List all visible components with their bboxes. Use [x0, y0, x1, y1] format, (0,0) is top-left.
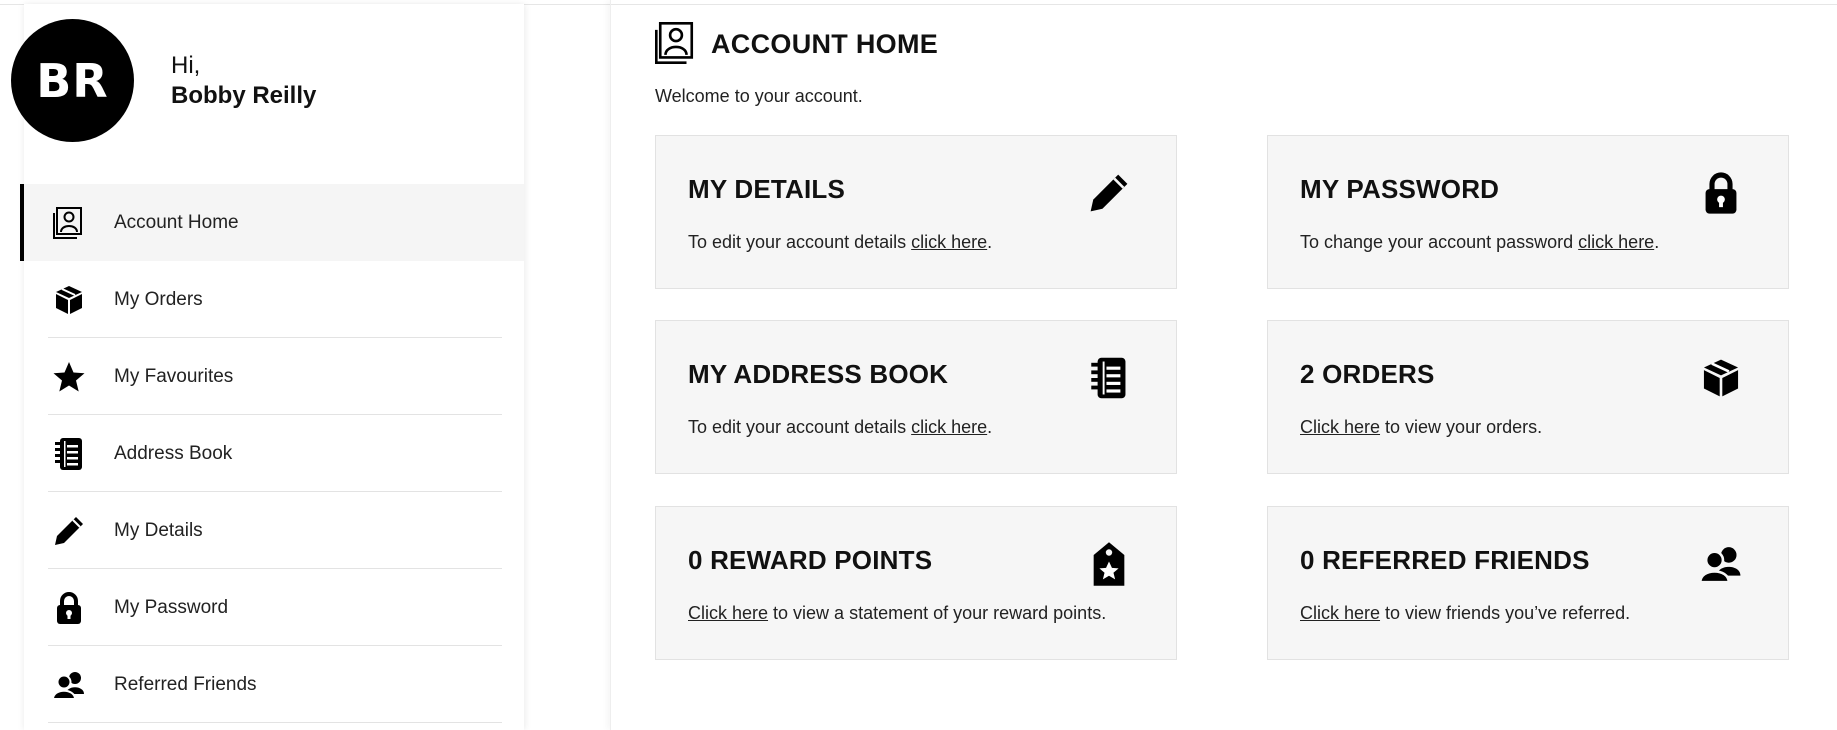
sidebar-item-label: My Favourites — [114, 365, 234, 387]
card-text: . — [987, 417, 993, 437]
card-description: Click here to view your orders. — [1300, 417, 1542, 438]
card-referred-friends: 0 REFERRED FRIENDS Click here to view fr… — [1267, 506, 1789, 660]
card-description: To edit your account details click here. — [688, 232, 992, 253]
sidebar-item-my-password[interactable]: My Password — [20, 569, 524, 646]
star-icon — [52, 360, 86, 394]
sidebar-item-my-favourites[interactable]: My Favourites — [20, 338, 524, 415]
card-title: MY DETAILS — [688, 174, 846, 204]
view-referred-friends-link[interactable]: Click here — [1300, 603, 1380, 623]
card-my-address-book: MY ADDRESS BOOK To edit your account det… — [655, 320, 1177, 474]
sidebar-item-label: My Details — [114, 519, 203, 541]
card-my-details: MY DETAILS To edit your account details … — [655, 135, 1177, 289]
sidebar-item-label: Account Home — [114, 211, 239, 233]
main-content: ACCOUNT HOME Welcome to your account. MY… — [610, 0, 1837, 730]
sidebar-item-account-home[interactable]: Account Home — [20, 184, 524, 261]
welcome-text: Welcome to your account. — [655, 86, 863, 106]
card-title: MY PASSWORD — [1300, 174, 1500, 204]
edit-details-link[interactable]: click here — [911, 232, 987, 252]
sidebar-item-my-details[interactable]: My Details — [20, 492, 524, 569]
sidebar-item-label: My Password — [114, 596, 229, 618]
greeting: Hi, Bobby Reilly — [171, 51, 316, 111]
page-header: ACCOUNT HOME — [655, 22, 938, 66]
avatar-initials: BR — [36, 53, 109, 108]
page-title: ACCOUNT HOME — [711, 28, 939, 59]
users-icon — [1698, 541, 1744, 587]
sidebar-item-label: Address Book — [114, 442, 233, 464]
box-icon — [52, 283, 86, 317]
view-orders-link[interactable]: Click here — [1300, 417, 1380, 437]
card-reward-points: 0 REWARD POINTS Click here to view a sta… — [655, 506, 1177, 660]
view-reward-statement-link[interactable]: Click here — [688, 603, 768, 623]
card-text: to view your orders. — [1380, 417, 1543, 437]
card-text: To edit your account details — [688, 232, 912, 252]
sidebar-nav: Account Home My Orders My Favourites Add… — [20, 184, 524, 723]
divider — [48, 722, 502, 723]
sidebar-item-label: Referred Friends — [114, 673, 257, 695]
card-text: To edit your account details — [688, 417, 912, 437]
address-book-icon — [52, 437, 86, 471]
lock-icon — [1698, 170, 1744, 216]
user-name: Bobby Reilly — [171, 82, 317, 109]
card-description: Click here to view friends you’ve referr… — [1300, 603, 1630, 624]
reward-tag-icon — [1086, 541, 1132, 587]
change-password-link[interactable]: click here — [1578, 232, 1654, 252]
card-title: 0 REWARD POINTS — [688, 545, 933, 575]
card-title: MY ADDRESS BOOK — [688, 359, 949, 389]
card-title: 2 ORDERS — [1300, 359, 1435, 389]
box-icon — [1698, 355, 1744, 401]
account-home-icon — [52, 206, 86, 240]
avatar: BR — [11, 19, 134, 142]
account-home-icon — [655, 22, 699, 66]
card-description: To edit your account details click here. — [688, 417, 992, 438]
sidebar-item-my-orders[interactable]: My Orders — [20, 261, 524, 338]
card-orders: 2 ORDERS Click here to view your orders. — [1267, 320, 1789, 474]
card-text: . — [987, 232, 993, 252]
pencil-icon — [1086, 170, 1132, 216]
sidebar-item-address-book[interactable]: Address Book — [20, 415, 524, 492]
lock-icon — [52, 591, 86, 625]
card-text: to view a statement of your reward point… — [768, 603, 1107, 623]
card-text: to view friends you’ve referred. — [1380, 603, 1631, 623]
sidebar: BR Hi, Bobby Reilly Account Home My Orde… — [11, 4, 524, 730]
address-book-icon — [1086, 355, 1132, 401]
card-description: To change your account password click he… — [1300, 232, 1659, 253]
greeting-text: Hi, — [171, 52, 201, 79]
card-description: Click here to view a statement of your r… — [688, 603, 1106, 624]
sidebar-item-label: My Orders — [114, 288, 203, 310]
sidebar-item-referred-friends[interactable]: Referred Friends — [20, 646, 524, 723]
card-title: 0 REFERRED FRIENDS — [1300, 545, 1590, 575]
card-text: To change your account password — [1300, 232, 1579, 252]
pencil-icon — [52, 514, 86, 548]
card-my-password: MY PASSWORD To change your account passw… — [1267, 135, 1789, 289]
edit-address-link[interactable]: click here — [911, 417, 987, 437]
users-icon — [52, 668, 86, 702]
card-text: . — [1654, 232, 1660, 252]
